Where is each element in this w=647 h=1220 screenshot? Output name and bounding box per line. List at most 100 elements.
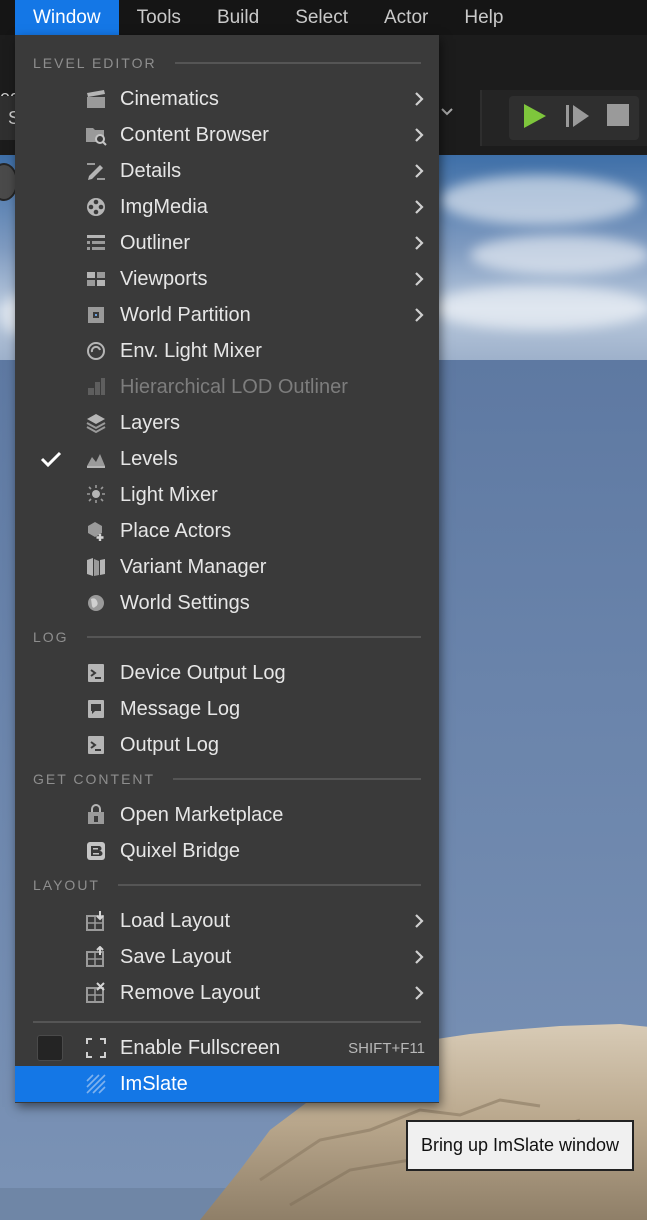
window-dropdown-menu: LEVEL EDITOR Cinematics Content Browser … (15, 35, 439, 1103)
chevron-right-icon (415, 236, 424, 250)
menu-item-load-layout[interactable]: Load Layout (15, 903, 439, 939)
menu-item-label: Message Log (120, 697, 241, 720)
menu-item-place-actors[interactable]: Place Actors (15, 513, 439, 549)
menu-item-label: Cinematics (120, 87, 219, 110)
section-label: LOG (33, 629, 69, 645)
menu-item-enable-fullscreen[interactable]: Enable Fullscreen SHIFT+F11 (15, 1030, 439, 1066)
menu-item-label: Remove Layout (120, 981, 261, 1004)
step-forward-icon[interactable] (564, 102, 592, 130)
menu-item-label: ImgMedia (120, 195, 208, 218)
chevron-right-icon (415, 950, 424, 964)
menu-item-label: Enable Fullscreen (120, 1036, 281, 1059)
play-icon[interactable] (520, 102, 548, 130)
menu-item-content-browser[interactable]: Content Browser (15, 117, 439, 153)
section-header-layout: LAYOUT (33, 875, 421, 895)
chevron-right-icon (415, 164, 424, 178)
chevron-down-icon[interactable] (440, 104, 454, 122)
section-header-log: LOG (33, 627, 421, 647)
quixel-bridge-icon (87, 842, 105, 860)
menu-item-imgmedia[interactable]: ImgMedia (15, 189, 439, 225)
section-divider (174, 62, 421, 64)
terminal-icon (88, 736, 104, 754)
menu-item-label: Output Log (120, 733, 219, 756)
menu-item-details[interactable]: Details (15, 153, 439, 189)
menubar-build[interactable]: Build (199, 0, 277, 35)
menu-bar: Window Tools Build Select Actor Help (0, 0, 647, 35)
menu-item-label: Quixel Bridge (120, 839, 241, 862)
save-layout-icon (86, 946, 104, 967)
menu-item-label: Viewports (120, 267, 208, 290)
section-divider (173, 778, 421, 780)
menu-item-save-layout[interactable]: Save Layout (15, 939, 439, 975)
menu-item-env-light-mixer[interactable]: Env. Light Mixer (15, 333, 439, 369)
menu-item-label: Open Marketplace (120, 803, 284, 826)
menu-item-hlod-outliner[interactable]: Hierarchical LOD Outliner (15, 369, 439, 405)
chevron-right-icon (415, 128, 424, 142)
menu-item-imslate[interactable]: ImSlate (15, 1066, 439, 1102)
marketplace-icon (88, 804, 104, 824)
section-header-get-content: GET CONTENT (33, 769, 421, 789)
menu-item-label: Content Browser (120, 123, 269, 146)
imslate-icon (86, 1074, 106, 1094)
menu-item-label: Load Layout (120, 909, 231, 932)
menu-item-label: World Partition (120, 303, 251, 326)
variant-manager-icon (87, 558, 105, 576)
section-divider (117, 884, 421, 886)
menu-item-light-mixer[interactable]: Light Mixer (15, 477, 439, 513)
section-label: LAYOUT (33, 877, 100, 893)
section-divider (86, 636, 421, 638)
menu-item-remove-layout[interactable]: Remove Layout (15, 975, 439, 1011)
menu-item-label: Light Mixer (120, 483, 218, 506)
chevron-right-icon (415, 272, 424, 286)
light-mixer-icon (87, 485, 105, 503)
chevron-right-icon (415, 914, 424, 928)
remove-layout-icon (86, 982, 105, 1003)
menu-item-open-marketplace[interactable]: Open Marketplace (15, 797, 439, 833)
menu-item-device-output-log[interactable]: Device Output Log (15, 655, 439, 691)
section-header-level-editor: LEVEL EDITOR (33, 53, 421, 73)
world-partition-icon (88, 307, 104, 323)
menu-item-label: Layers (120, 411, 181, 434)
menu-item-message-log[interactable]: Message Log (15, 691, 439, 727)
menu-item-world-settings[interactable]: World Settings (15, 585, 439, 621)
load-layout-icon (86, 911, 104, 931)
play-controls (480, 90, 647, 146)
menu-item-label: Save Layout (120, 945, 232, 968)
menu-divider (33, 1021, 421, 1023)
menu-item-layers[interactable]: Layers (15, 405, 439, 441)
menubar-help[interactable]: Help (446, 0, 521, 35)
chevron-right-icon (415, 200, 424, 214)
section-label: LEVEL EDITOR (33, 55, 157, 71)
tooltip: Bring up ImSlate window (406, 1120, 634, 1171)
viewports-grid-icon (87, 272, 105, 286)
menu-item-cinematics[interactable]: Cinematics (15, 81, 439, 117)
menu-item-outliner[interactable]: Outliner (15, 225, 439, 261)
menubar-select[interactable]: Select (277, 0, 366, 35)
checkmark-icon (39, 447, 63, 471)
fullscreen-checkbox[interactable] (37, 1035, 63, 1061)
menu-item-world-partition[interactable]: World Partition (15, 297, 439, 333)
world-settings-icon (88, 595, 104, 611)
place-actors-icon (88, 522, 104, 541)
menu-item-levels[interactable]: Levels (15, 441, 439, 477)
menubar-tools[interactable]: Tools (119, 0, 199, 35)
menu-item-label: Details (120, 159, 182, 182)
menubar-actor[interactable]: Actor (366, 0, 446, 35)
menu-item-variant-manager[interactable]: Variant Manager (15, 549, 439, 585)
menu-item-label: Variant Manager (120, 555, 267, 578)
menu-item-viewports[interactable]: Viewports (15, 261, 439, 297)
stop-icon[interactable] (606, 103, 630, 127)
menu-item-label: Hierarchical LOD Outliner (120, 375, 348, 398)
fullscreen-icon (86, 1038, 106, 1058)
menu-item-quixel-bridge[interactable]: Quixel Bridge (15, 833, 439, 869)
menu-item-label: World Settings (120, 591, 250, 614)
menu-item-label: Env. Light Mixer (120, 339, 262, 362)
chevron-right-icon (415, 986, 424, 1000)
menu-item-output-log[interactable]: Output Log (15, 727, 439, 763)
menubar-window[interactable]: Window (15, 0, 119, 35)
layers-icon (86, 414, 106, 434)
film-reel-icon (87, 198, 105, 216)
shortcut-label: SHIFT+F11 (348, 1039, 425, 1057)
menu-item-label: Levels (120, 447, 178, 470)
message-log-icon (88, 700, 104, 718)
